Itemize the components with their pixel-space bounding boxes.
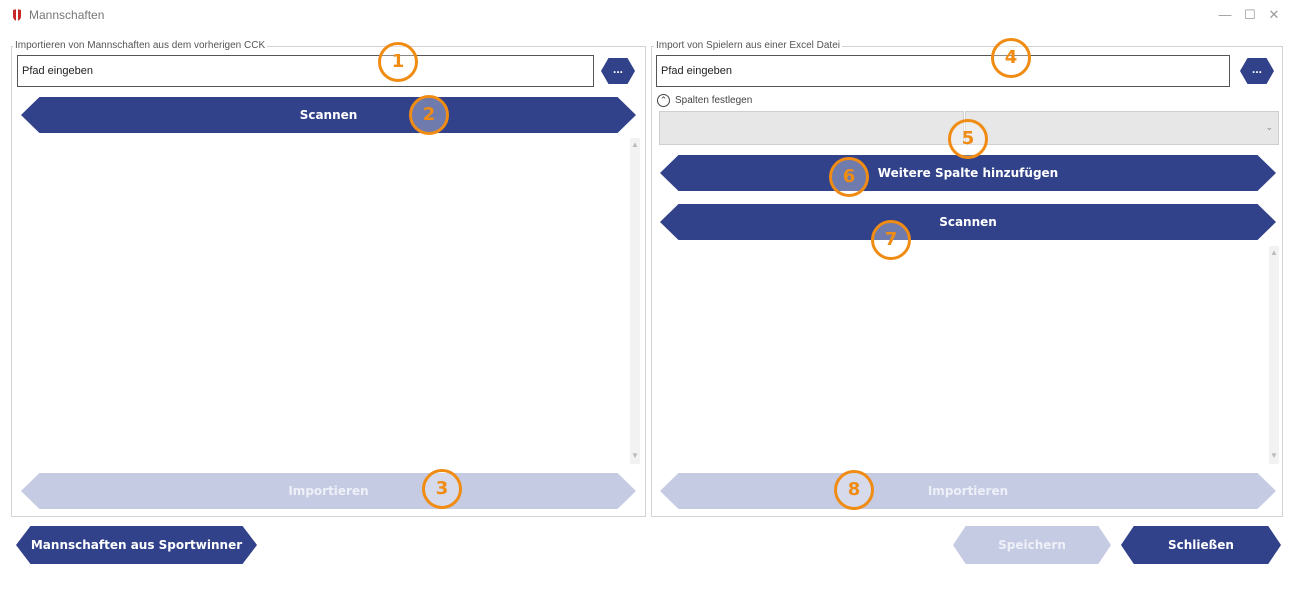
- window-title: Mannschaften: [29, 8, 105, 22]
- left-group-title: Importieren von Mannschaften aus dem vor…: [13, 40, 268, 51]
- collapse-up-icon[interactable]: ⌃: [657, 94, 670, 107]
- annotation-marker-2: 2: [409, 95, 449, 135]
- title-bar: Mannschaften — ☐ ✕: [0, 0, 1289, 30]
- right-import-button[interactable]: Importieren: [660, 473, 1276, 509]
- annotation-marker-8: 8: [834, 470, 874, 510]
- annotation-marker-7: 7: [871, 220, 911, 260]
- dropdown-chevron-icon: ⌄: [1265, 122, 1273, 132]
- load-sportwinner-button[interactable]: Mannschaften aus Sportwinner laden: [16, 526, 257, 564]
- left-scan-button[interactable]: Scannen: [21, 97, 636, 133]
- right-list-scrollbar[interactable]: ▲ ▼: [1269, 246, 1279, 464]
- minimize-button[interactable]: —: [1211, 4, 1239, 26]
- column-select-1[interactable]: [659, 111, 964, 145]
- save-button[interactable]: Speichern: [953, 526, 1111, 564]
- scroll-up-icon[interactable]: ▲: [630, 140, 640, 149]
- right-player-list[interactable]: [659, 246, 1269, 464]
- right-path-input[interactable]: Pfad eingeben: [656, 55, 1230, 87]
- annotation-marker-4: 4: [991, 38, 1031, 78]
- close-window-button[interactable]: ✕: [1260, 4, 1288, 26]
- left-list-scrollbar[interactable]: ▲ ▼: [630, 138, 640, 464]
- left-import-button[interactable]: Importieren: [21, 473, 636, 509]
- close-button[interactable]: Schließen: [1121, 526, 1281, 564]
- app-logo-icon: [13, 9, 21, 21]
- add-column-button[interactable]: Weitere Spalte hinzufügen: [660, 155, 1276, 191]
- left-path-input[interactable]: Pfad eingeben: [17, 55, 594, 87]
- right-scan-button[interactable]: Scannen: [660, 204, 1276, 240]
- column-select-2[interactable]: ⌄: [965, 111, 1279, 145]
- annotation-marker-5: 5: [948, 119, 988, 159]
- scroll-up-icon[interactable]: ▲: [1269, 248, 1279, 257]
- scroll-down-icon[interactable]: ▼: [630, 451, 640, 460]
- left-team-list[interactable]: [19, 138, 630, 464]
- annotation-marker-6: 6: [829, 157, 869, 197]
- annotation-marker-1: 1: [378, 42, 418, 82]
- columns-toggle-label[interactable]: Spalten festlegen: [675, 95, 752, 106]
- annotation-marker-3: 3: [422, 469, 462, 509]
- right-group-title: Import von Spielern aus einer Excel Date…: [654, 40, 842, 51]
- scroll-down-icon[interactable]: ▼: [1269, 451, 1279, 460]
